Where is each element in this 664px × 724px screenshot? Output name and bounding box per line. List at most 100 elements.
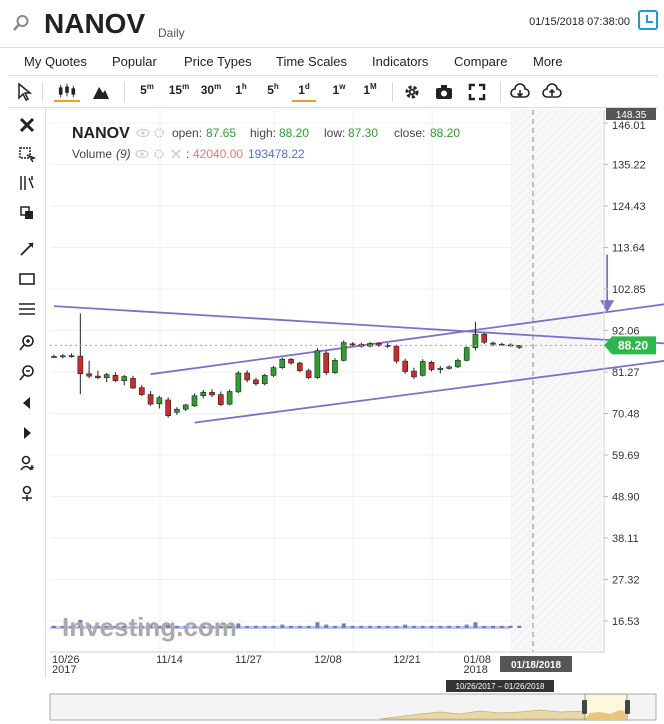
- candle-body: [103, 374, 110, 378]
- x-tick-label: 11/27: [235, 654, 262, 666]
- legend-open-value: 87.65: [206, 126, 236, 140]
- volume-bar: [315, 622, 320, 628]
- volume-bar: [359, 625, 364, 628]
- navigator-range-label: 10/26/2017 – 01/26/2018: [456, 682, 546, 691]
- candle-body: [288, 358, 294, 364]
- x-tick-year: 2017: [52, 664, 76, 676]
- candle-body: [130, 378, 136, 389]
- legend-volume-period: (9): [116, 147, 131, 161]
- candle-body: [314, 350, 321, 378]
- volume-bar: [245, 625, 250, 628]
- legend-volume-value: 42040.00: [193, 147, 243, 161]
- x-tick-label: 12/08: [314, 654, 342, 666]
- y-tick-label: 38.11: [612, 533, 639, 545]
- volume-bar: [262, 625, 267, 628]
- candle-body: [139, 387, 145, 395]
- candle-body: [428, 361, 435, 370]
- candle-body: [191, 395, 198, 407]
- legend-high-label: high:: [250, 126, 276, 140]
- volume-bar: [289, 625, 294, 628]
- volume-bar: [411, 625, 416, 628]
- volume-bar: [464, 624, 469, 628]
- volume-bar: [482, 625, 487, 628]
- candle-body: [332, 360, 338, 373]
- volume-bar: [403, 624, 408, 628]
- legend-low-value: 87.30: [348, 126, 378, 140]
- volume-bar: [332, 625, 337, 628]
- y-tick-label: 81.27: [612, 367, 640, 379]
- volume-bar: [508, 625, 513, 628]
- legend-volume-label: Volume: [72, 147, 112, 161]
- legend-open-label: open:: [172, 126, 202, 140]
- candle-body: [182, 404, 189, 410]
- candle-body: [147, 394, 154, 405]
- volume-bar: [376, 625, 381, 628]
- candle-body: [218, 394, 224, 405]
- volume-bar: [280, 624, 285, 628]
- x-tick-label: 11/14: [156, 654, 183, 666]
- volume-close-icon[interactable]: [171, 149, 181, 159]
- candle-body: [463, 347, 470, 361]
- candle-body: [121, 376, 128, 382]
- candle-body: [112, 375, 119, 382]
- candle-body: [253, 379, 259, 385]
- volume-gear-icon[interactable]: [154, 149, 164, 159]
- navigator-left-handle[interactable]: [582, 700, 587, 714]
- candle-body: [455, 360, 461, 368]
- legend-low-label: low:: [324, 126, 345, 140]
- volume-bar: [306, 625, 311, 628]
- y-tick-label: 70.48: [612, 409, 640, 421]
- volume-bar: [368, 625, 373, 628]
- legend-high-value: 88.20: [279, 126, 309, 140]
- volume-bar: [385, 625, 390, 628]
- candle-body: [209, 391, 215, 396]
- candle-body: [235, 372, 242, 393]
- volume-bar: [438, 625, 443, 628]
- candle-body: [481, 333, 488, 343]
- candle-body: [200, 391, 207, 397]
- candle-body: [244, 372, 250, 381]
- candle-body: [270, 367, 277, 376]
- y-tick-label: 124.43: [612, 201, 646, 213]
- volume-bar: [236, 623, 241, 628]
- volume-bar: [491, 625, 495, 628]
- candle-body: [77, 355, 84, 375]
- y-tick-label: 16.53: [612, 616, 640, 628]
- candle-body: [419, 361, 426, 376]
- cursor-date-label: 01/18/2018: [511, 660, 561, 671]
- candle-body: [68, 355, 75, 358]
- volume-bar: [253, 625, 258, 628]
- navigator-right-handle[interactable]: [625, 700, 630, 714]
- price-chart[interactable]: Investing.com NANOV open: 87.65 high: 88…: [0, 0, 664, 724]
- legend-close-label: close:: [394, 126, 425, 140]
- candle-body: [437, 368, 444, 370]
- legend-close-value: 88.20: [430, 126, 460, 140]
- candle-body: [51, 356, 57, 358]
- candle-body: [446, 366, 452, 369]
- watermark-text: Investing.com: [62, 612, 237, 642]
- candle-body: [174, 408, 180, 413]
- volume-bar: [394, 625, 399, 628]
- candle-body: [323, 352, 329, 373]
- y-tick-label: 135.22: [612, 160, 646, 172]
- volume-bar: [297, 625, 302, 628]
- legend-eye-icon[interactable]: [136, 128, 150, 138]
- y-tick-label: 59.69: [612, 450, 640, 462]
- y-tick-label: 92.06: [612, 326, 640, 338]
- candle-body: [411, 370, 417, 378]
- candle-body: [297, 362, 303, 372]
- legend-symbol: NANOV: [72, 125, 130, 142]
- candle-body: [86, 373, 92, 377]
- volume-bar: [324, 624, 329, 628]
- candle-body: [156, 397, 163, 405]
- candle-body: [95, 375, 101, 378]
- y-tick-label: 27.32: [612, 575, 640, 587]
- volume-bar: [341, 623, 346, 628]
- legend-gear-icon[interactable]: [154, 128, 164, 138]
- volume-bar: [473, 622, 478, 628]
- y-tick-label: 102.85: [612, 284, 646, 296]
- volume-eye-icon[interactable]: [135, 149, 149, 159]
- volume-bar: [420, 625, 425, 628]
- candle-body: [305, 370, 312, 378]
- volume-bar: [271, 625, 276, 628]
